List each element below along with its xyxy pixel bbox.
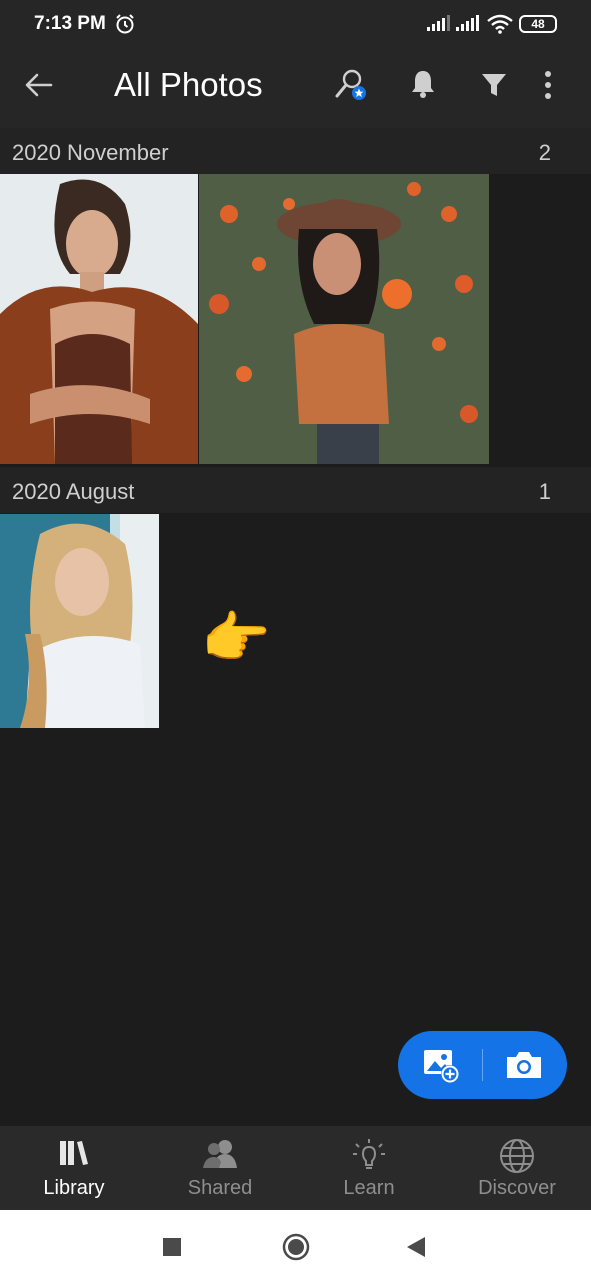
bell-icon[interactable] bbox=[409, 68, 437, 100]
signal-icon bbox=[427, 15, 450, 31]
back-triangle-icon[interactable] bbox=[407, 1237, 425, 1257]
nav-item-discover[interactable]: Discover bbox=[443, 1126, 591, 1210]
people-search-icon[interactable] bbox=[333, 66, 369, 102]
nav-item-shared[interactable]: Shared bbox=[146, 1126, 294, 1210]
home-circle-icon[interactable] bbox=[282, 1233, 310, 1261]
photo-thumbnail[interactable] bbox=[0, 174, 198, 464]
section-label: 2020 August bbox=[12, 479, 135, 504]
section-header-november: 2020 November 2 bbox=[0, 128, 591, 174]
alarm-icon bbox=[116, 14, 134, 34]
wifi-icon bbox=[487, 14, 513, 34]
globe-icon bbox=[500, 1139, 534, 1173]
photo-thumbnail[interactable] bbox=[199, 174, 489, 464]
lightbulb-icon bbox=[353, 1139, 385, 1169]
nav-label: Discover bbox=[478, 1177, 556, 1199]
page-title: All Photos bbox=[114, 66, 263, 103]
section-count: 2 bbox=[538, 140, 551, 165]
back-arrow-icon[interactable] bbox=[24, 70, 54, 100]
more-vertical-icon[interactable] bbox=[540, 70, 556, 100]
shared-people-icon bbox=[203, 1140, 237, 1168]
nav-label: Shared bbox=[187, 1177, 253, 1199]
filter-icon[interactable] bbox=[481, 72, 507, 98]
nav-label: Learn bbox=[343, 1177, 395, 1199]
app-bar: All Photos bbox=[0, 44, 591, 128]
signal-icon bbox=[456, 15, 479, 31]
library-icon bbox=[60, 1141, 88, 1165]
status-time: 7:13 PM bbox=[34, 13, 106, 34]
add-photo-icon[interactable] bbox=[422, 1047, 462, 1085]
section-label: 2020 November bbox=[12, 140, 169, 165]
portrait-woman-hat-flowers bbox=[199, 174, 489, 464]
battery-indicator: 48 bbox=[519, 15, 557, 33]
system-navigation-bar bbox=[0, 1210, 591, 1280]
portrait-woman-white-shirt bbox=[0, 514, 159, 728]
bottom-navigation: Library Shared Learn Discover bbox=[0, 1126, 591, 1210]
nav-item-library[interactable]: Library bbox=[0, 1126, 148, 1210]
camera-icon[interactable] bbox=[504, 1049, 544, 1081]
recents-square-icon[interactable] bbox=[163, 1238, 181, 1256]
pointing-hand-emoji: 👉 bbox=[201, 606, 271, 669]
section-count: 1 bbox=[538, 479, 551, 504]
section-header-august: 2020 August 1 bbox=[0, 467, 591, 513]
fab-divider bbox=[482, 1049, 483, 1081]
portrait-woman-rust-jacket bbox=[0, 174, 198, 464]
nav-label: Library bbox=[43, 1177, 105, 1199]
status-bar: 7:13 PM 48 bbox=[0, 0, 591, 44]
nav-item-learn[interactable]: Learn bbox=[295, 1126, 443, 1210]
add-photos-fab bbox=[398, 1031, 567, 1099]
photo-thumbnail[interactable] bbox=[0, 514, 159, 728]
